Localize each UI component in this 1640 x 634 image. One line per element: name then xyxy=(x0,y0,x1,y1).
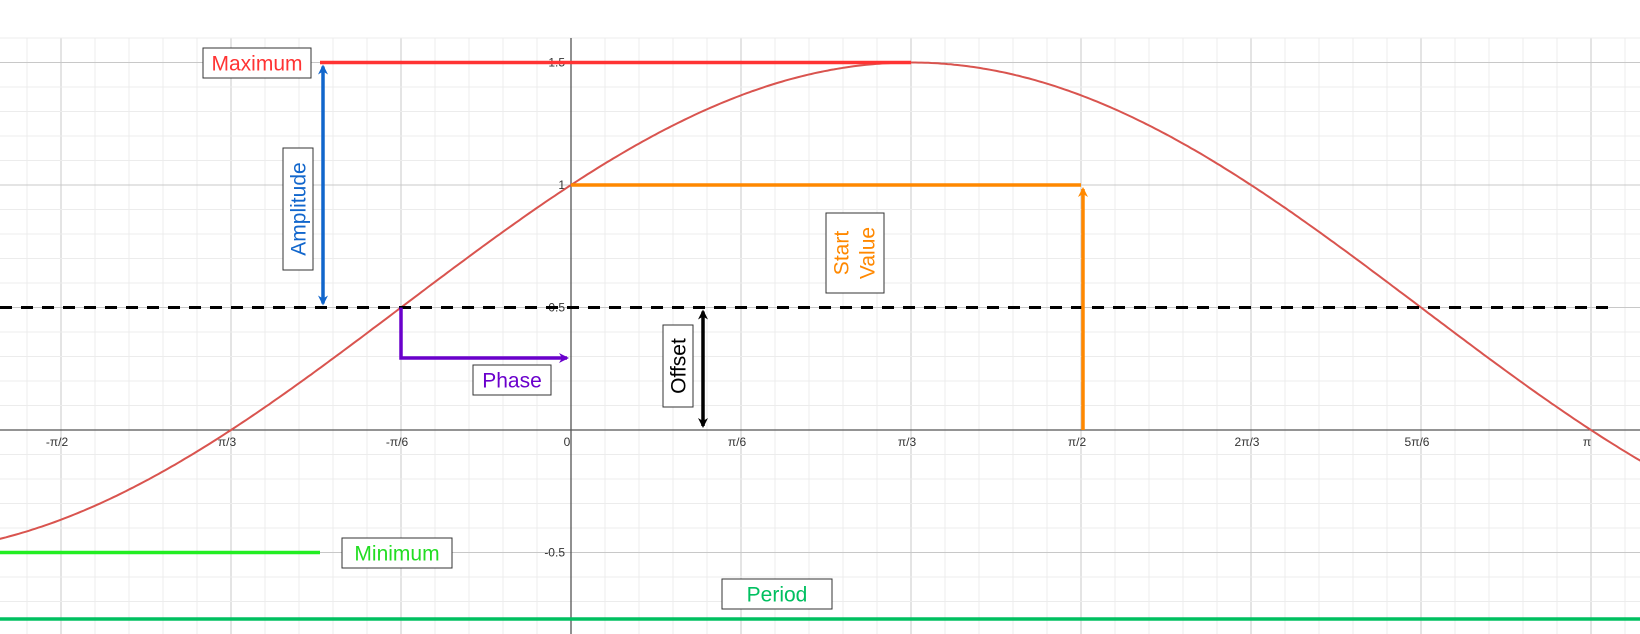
x-tick-label: -π/2 xyxy=(46,435,69,449)
minimum-label: Minimum xyxy=(341,537,453,569)
phase-arrow xyxy=(399,307,569,363)
x-tick-label: π xyxy=(1583,435,1591,449)
maximum-label: Maximum xyxy=(202,47,312,79)
period-label: Period xyxy=(721,578,833,610)
start-value-label-line1: Start xyxy=(831,231,854,276)
period-label-text: Period xyxy=(747,584,808,607)
axes xyxy=(0,38,1640,634)
start-value-label: Start Value xyxy=(825,212,885,294)
annotations: Maximum Minimum Amplitude Start Value Ph… xyxy=(0,47,1640,625)
minimum-label-text: Minimum xyxy=(354,543,439,566)
grid xyxy=(0,37,1640,634)
sinusoid-chart: -5π/6-2π/3-π/2π/3-π/60π/6π/3π/22π/35π/6π… xyxy=(0,37,1640,634)
amplitude-label-text: Amplitude xyxy=(288,162,311,255)
y-tick-label: -0.5 xyxy=(544,546,565,560)
start-value-label-line2: Value xyxy=(857,227,880,279)
offset-label-text: Offset xyxy=(668,338,691,394)
x-tick-label: 2π/3 xyxy=(1235,435,1260,449)
offset-label: Offset xyxy=(662,324,694,408)
x-tick-label: π/6 xyxy=(728,435,747,449)
phase-label: Phase xyxy=(472,364,552,396)
amplitude-label: Amplitude xyxy=(282,147,314,271)
x-tick-label: -π/6 xyxy=(386,435,409,449)
maximum-label-text: Maximum xyxy=(211,53,302,76)
x-tick-label: 0 xyxy=(564,435,571,449)
x-tick-label: 5π/6 xyxy=(1405,435,1430,449)
phase-label-text: Phase xyxy=(482,370,542,393)
x-tick-label: π/2 xyxy=(1068,435,1087,449)
x-tick-label: π/3 xyxy=(898,435,917,449)
